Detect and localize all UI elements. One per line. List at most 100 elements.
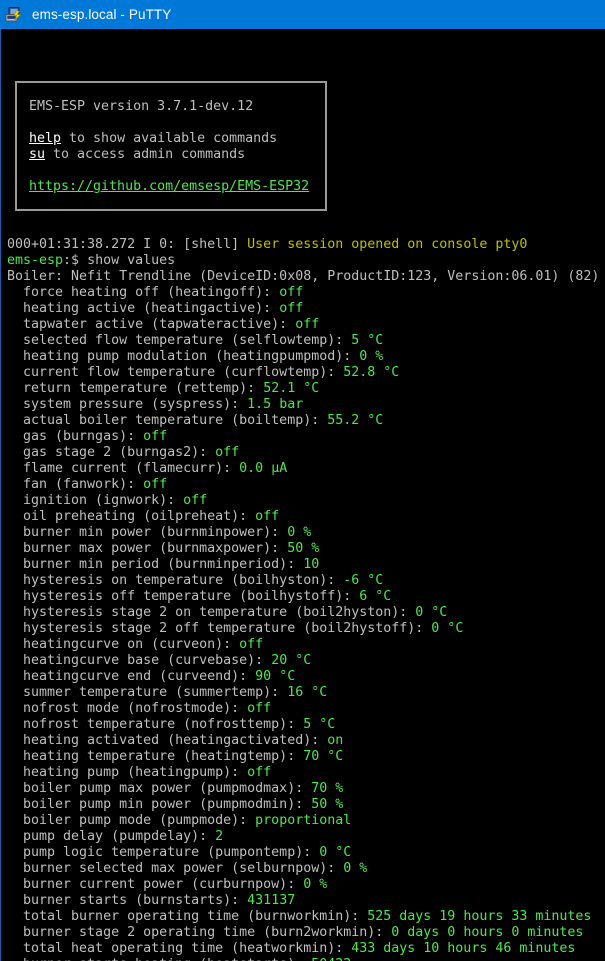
value-reading: off <box>239 637 264 652</box>
device-header-line: Boiler: Nefit Trendline (DeviceID:0x08, … <box>7 269 600 284</box>
blank-row <box>7 29 605 45</box>
value-reading: 90 °C <box>255 669 296 684</box>
value-row: burner min period (burnminperiod): 10 <box>7 557 605 573</box>
value-reading: 0 °C <box>431 621 464 636</box>
value-row: tapwater active (tapwateractive): off <box>7 317 605 333</box>
value-label: ignition (ignwork): <box>7 493 184 508</box>
value-label: burner current power (curburnpow): <box>7 877 304 892</box>
value-reading: 525 days 19 hours 33 minutes <box>367 909 592 924</box>
value-row: oil preheating (oilpreheat): off <box>7 509 605 525</box>
value-row: hysteresis on temperature (boilhyston): … <box>7 573 605 589</box>
blank-row <box>7 141 605 157</box>
value-row: ignition (ignwork): off <box>7 493 605 509</box>
value-reading: 55.2 °C <box>327 413 384 428</box>
value-row: burner max power (burnmaxpower): 50 % <box>7 541 605 557</box>
value-row: total burner operating time (burnworkmin… <box>7 909 605 925</box>
value-label: hysteresis off temperature (boilhystoff)… <box>7 589 360 604</box>
window-title-bar[interactable]: ems-esp.local - PuTTY <box>0 0 605 29</box>
value-reading: off <box>295 317 320 332</box>
value-label: heating pump (heatingpump): <box>7 765 248 780</box>
value-row: total heat operating time (heatworkmin):… <box>7 941 605 957</box>
blank-row <box>7 221 605 237</box>
value-reading: 433 days 10 hours 46 minutes <box>351 941 576 956</box>
value-reading: off <box>143 429 168 444</box>
value-label: hysteresis on temperature (boilhyston): <box>7 573 344 588</box>
value-reading: 50422 <box>311 957 351 961</box>
value-label: flame current (flamecurr): <box>7 461 240 476</box>
value-reading: on <box>327 733 344 748</box>
prompt-line[interactable]: ems-esp:$ show values <box>7 253 605 269</box>
value-reading: 70 °C <box>303 749 344 764</box>
value-label: total burner operating time (burnworkmin… <box>7 909 368 924</box>
value-row: boiler pump mode (pumpmode): proportiona… <box>7 813 605 829</box>
blank-row <box>7 93 605 109</box>
value-label: pump logic temperature (pumpontemp): <box>7 845 320 860</box>
value-row: fan (fanwork): off <box>7 477 605 493</box>
putty-icon <box>5 6 23 24</box>
value-reading: off <box>247 765 272 780</box>
value-row: summer temperature (summertemp): 16 °C <box>7 685 605 701</box>
prompt-host: ems-esp <box>7 253 64 268</box>
value-reading: -6 °C <box>343 573 384 588</box>
value-row: heating temperature (heatingtemp): 70 °C <box>7 749 605 765</box>
value-label: pump delay (pumpdelay): <box>7 829 216 844</box>
prompt-command: show values <box>87 253 176 268</box>
terminal-area[interactable]: EMS-ESP version 3.7.1-dev.12 help to sho… <box>0 29 605 961</box>
value-label: boiler pump max power (pumpmodmax): <box>7 781 312 796</box>
value-label: boiler pump mode (pumpmode): <box>7 813 256 828</box>
value-label: system pressure (syspress): <box>7 397 248 412</box>
blank-row <box>7 205 605 221</box>
value-label: total heat operating time (heatworkmin): <box>7 941 352 956</box>
value-label: hysteresis stage 2 off temperature (boil… <box>7 621 432 636</box>
value-row: force heating off (heatingoff): off <box>7 285 605 301</box>
value-row: burner starts (burnstarts): 431137 <box>7 893 605 909</box>
blank-row <box>7 109 605 125</box>
value-reading: 0.0 µA <box>239 461 288 476</box>
value-reading: 5 °C <box>303 717 336 732</box>
value-row: actual boiler temperature (boiltemp): 55… <box>7 413 605 429</box>
value-reading: off <box>279 285 304 300</box>
value-row: selected flow temperature (selflowtemp):… <box>7 333 605 349</box>
blank-row <box>7 45 605 61</box>
value-row: heatingcurve end (curveend): 90 °C <box>7 669 605 685</box>
value-label: burner min power (burnminpower): <box>7 525 288 540</box>
terminal-text-grid: 000+01:31:38.272 I 0: [shell] User sessi… <box>7 29 605 961</box>
prompt-symbol: :$ <box>63 253 88 268</box>
value-label: heating active (heatingactive): <box>7 301 280 316</box>
value-row: gas stage 2 (burngas2): off <box>7 445 605 461</box>
value-label: heating pump modulation (heatingpumpmod)… <box>7 349 360 364</box>
log-message: User session opened on console pty0 <box>247 237 528 252</box>
value-reading: 0 °C <box>319 845 352 860</box>
value-reading: off <box>279 301 304 316</box>
value-list: force heating off (heatingoff): off heat… <box>7 285 605 961</box>
value-label: heatingcurve on (curveon): <box>7 637 240 652</box>
value-row: hysteresis stage 2 on temperature (boil2… <box>7 605 605 621</box>
value-reading: 20 °C <box>271 653 312 668</box>
value-row: pump logic temperature (pumpontemp): 0 °… <box>7 845 605 861</box>
value-reading: 0 % <box>359 349 384 364</box>
value-reading: 0 % <box>287 525 312 540</box>
value-row: flame current (flamecurr): 0.0 µA <box>7 461 605 477</box>
value-label: oil preheating (oilpreheat): <box>7 509 256 524</box>
value-reading: 50 % <box>287 541 320 556</box>
value-row: hysteresis off temperature (boilhystoff)… <box>7 589 605 605</box>
log-timestamp: 000+01:31:38.272 I 0: [shell] <box>7 237 248 252</box>
value-row: return temperature (rettemp): 52.1 °C <box>7 381 605 397</box>
value-row: boiler pump max power (pumpmodmax): 70 % <box>7 781 605 797</box>
value-reading: 16 °C <box>287 685 328 700</box>
value-label: return temperature (rettemp): <box>7 381 264 396</box>
value-reading: off <box>183 493 208 508</box>
value-row: system pressure (syspress): 1.5 bar <box>7 397 605 413</box>
value-label: heatingcurve end (curveend): <box>7 669 256 684</box>
value-label: summer temperature (summertemp): <box>7 685 288 700</box>
blank-row <box>7 157 605 173</box>
value-reading: 52.1 °C <box>263 381 320 396</box>
value-label: gas (burngas): <box>7 429 144 444</box>
value-row: pump delay (pumpdelay): 2 <box>7 829 605 845</box>
blank-row <box>7 173 605 189</box>
value-row: heating pump modulation (heatingpumpmod)… <box>7 349 605 365</box>
log-line: 000+01:31:38.272 I 0: [shell] User sessi… <box>7 237 605 253</box>
value-label: burner starts (burnstarts): <box>7 893 248 908</box>
value-label: nofrost temperature (nofrosttemp): <box>7 717 304 732</box>
value-label: heating activated (heatingactivated): <box>7 733 328 748</box>
